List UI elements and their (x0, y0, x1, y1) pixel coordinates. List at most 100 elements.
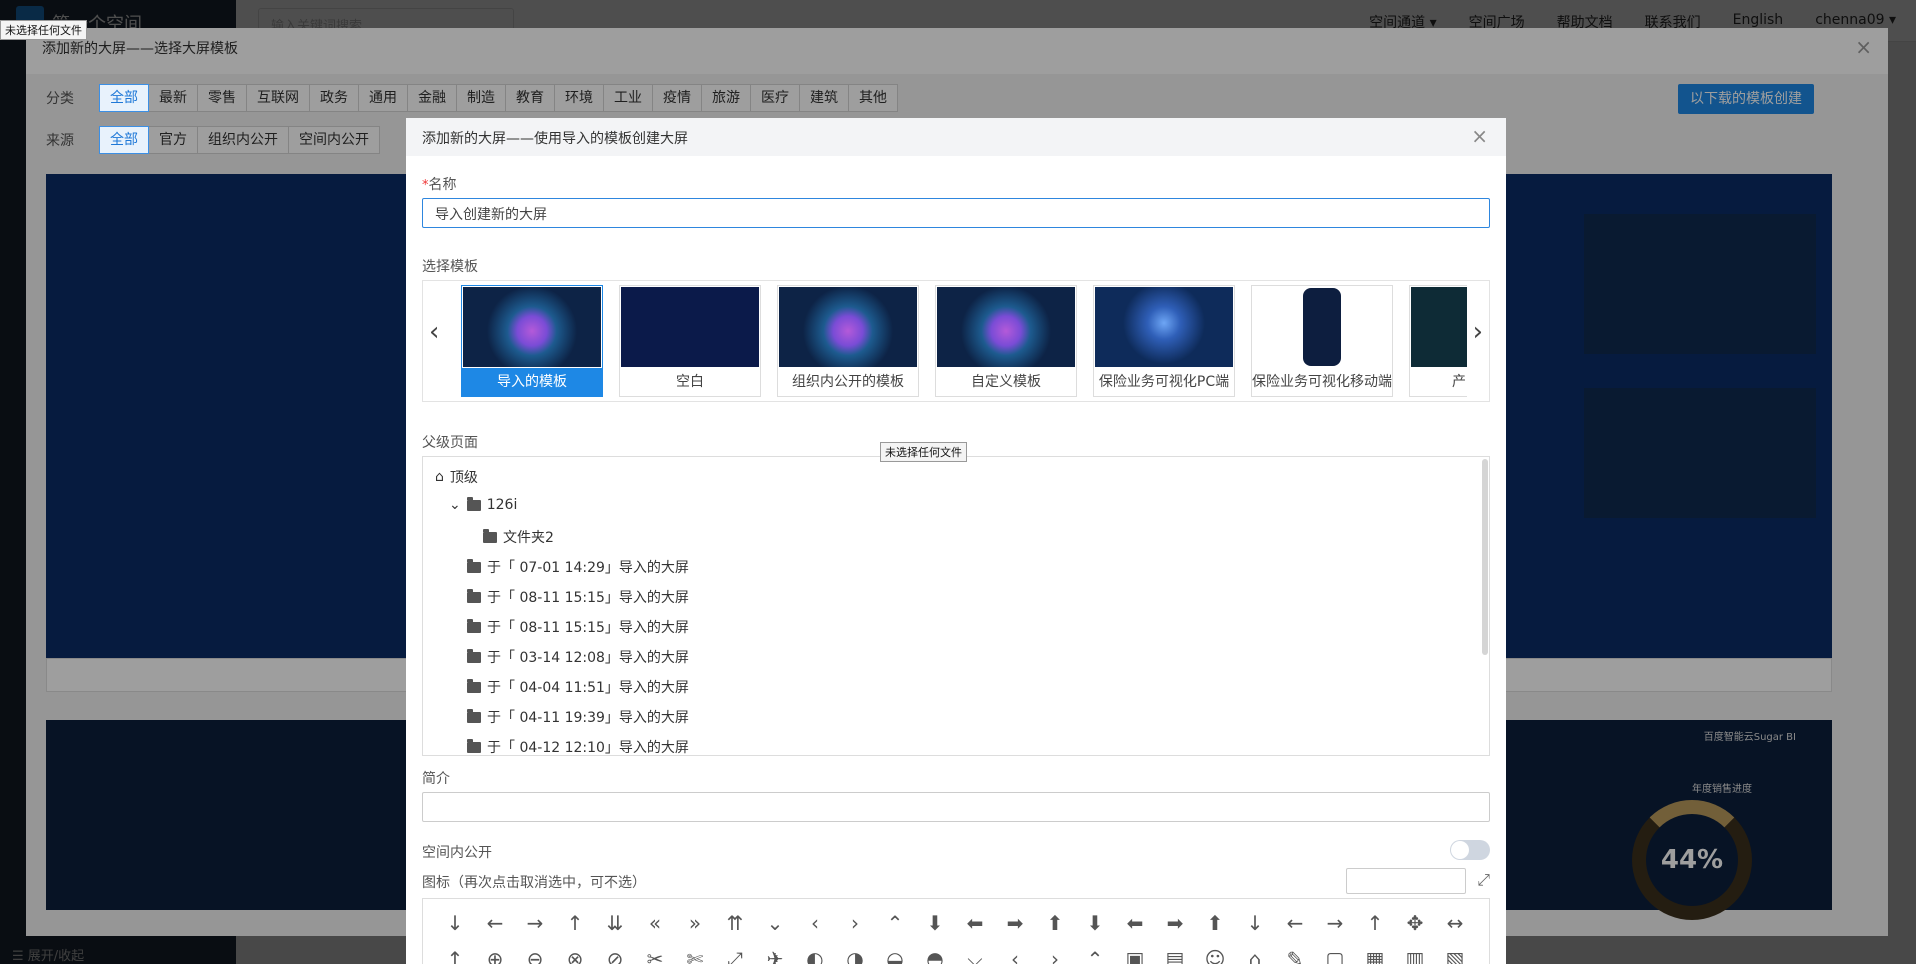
icon-option[interactable]: ← (1275, 911, 1315, 935)
parent-label: 父级页面 (422, 435, 478, 451)
icon-option[interactable]: ⇈ (715, 911, 755, 935)
template-custom[interactable]: 自定义模板 (935, 285, 1077, 397)
icon-option[interactable]: ▣ (1115, 947, 1155, 964)
name-label: 名称 (428, 177, 457, 193)
tree-item-label: 于「 08-11 15:15」导入的大屏 (487, 620, 689, 636)
icon-option[interactable]: ◓ (915, 947, 955, 964)
icon-option[interactable]: ⇊ (595, 911, 635, 935)
icon-option[interactable]: ▢ (1315, 947, 1355, 964)
tree-item[interactable]: 于「 07-01 14:29」导入的大屏 (467, 557, 689, 577)
icon-option[interactable]: ◒ (875, 947, 915, 964)
icon-option[interactable]: › (1035, 947, 1075, 964)
icon-option[interactable]: ➡ (1155, 911, 1195, 935)
name-label-row: *名称 (422, 174, 1490, 194)
inner-dialog-title: 添加新的大屏——使用导入的模板创建大屏 (422, 131, 688, 147)
tree-root[interactable]: ⌂ 顶级 (435, 467, 478, 487)
icon-row-2: ↥ ⊕ ⊖ ⊗ ⊘ ✂ ✄ ⤢ ✈ ◐ ◑ ◒ ◓ ⌵ ‹ › ⌃ ▣ ▤ ☺ ⌂ ✎ ▢ ▦ ▥ ▧ (435, 947, 1475, 964)
icon-option[interactable]: ⊘ (595, 947, 635, 964)
description-input[interactable] (422, 792, 1490, 822)
icon-option[interactable]: ✈ (755, 947, 795, 964)
close-icon[interactable]: × (1471, 124, 1488, 148)
icon-option[interactable]: ⬇ (915, 911, 955, 935)
template-blank[interactable]: 空白 (619, 285, 761, 397)
icon-option[interactable]: ▤ (1155, 947, 1195, 964)
template-insurance-pc[interactable]: 保险业务可视化PC端 (1093, 285, 1235, 397)
template-insurance-mobile[interactable]: 保险业务可视化移动端 (1251, 285, 1393, 397)
icon-option[interactable]: ⌃ (875, 911, 915, 935)
icon-option[interactable]: » (675, 911, 715, 935)
icon-option[interactable]: ← (475, 911, 515, 935)
name-input[interactable]: 导入创建新的大屏 (422, 198, 1490, 228)
icon-option[interactable]: ⬇ (1075, 911, 1115, 935)
icon-option[interactable]: ➡ (995, 911, 1035, 935)
icon-option[interactable]: ⌃ (1075, 947, 1115, 964)
icon-option[interactable]: ⊕ (475, 947, 515, 964)
icon-option[interactable]: ↔ (1435, 911, 1475, 935)
icon-option[interactable]: → (1315, 911, 1355, 935)
tree-item[interactable]: 于「 03-14 12:08」导入的大屏 (467, 647, 689, 667)
icon-option[interactable]: ↥ (435, 947, 475, 964)
icon-row-1: ↓ ← → ↑ ⇊ «» ⇈ ⌄ ‹ › ⌃ ⬇ ⬅ ➡ ⬆ ⬇ ⬅ ➡ ⬆ ↓ ← → ↑ ✥ ↔ (435, 911, 1475, 935)
template-label: 保险业务可视化PC端 (1098, 374, 1230, 390)
tree-item[interactable]: 于「 08-11 15:15」导入的大屏 (467, 587, 689, 607)
icon-option[interactable]: ⌵ (955, 947, 995, 964)
source-all[interactable]: 全部 (99, 126, 149, 154)
template-imported[interactable]: 导入的模板 (461, 285, 603, 397)
desc-label: 简介 (422, 771, 450, 787)
icon-option[interactable]: ▧ (1435, 947, 1475, 964)
template-label: 导入的模板 (462, 368, 602, 396)
icon-option[interactable]: ⌄ (755, 911, 795, 935)
tree-item-label: 于「 04-04 11:51」导入的大屏 (487, 680, 689, 696)
icon-option[interactable]: ✄ (675, 947, 715, 964)
icon-option[interactable]: ☺ (1195, 947, 1235, 964)
icon-option[interactable]: ↓ (1235, 911, 1275, 935)
tree-item[interactable]: 于「 04-04 11:51」导入的大屏 (467, 677, 689, 697)
icon-option[interactable]: → (515, 911, 555, 935)
space-public-row: 空间内公开 (422, 842, 1490, 862)
folder-icon (467, 588, 481, 603)
icon-option[interactable]: ⊗ (555, 947, 595, 964)
icon-option[interactable]: ⬅ (955, 911, 995, 935)
expand-icon[interactable]: ⤢ (1477, 870, 1490, 890)
icon-option[interactable]: ⊖ (515, 947, 555, 964)
icon-option[interactable]: ✎ (1275, 947, 1315, 964)
icon-option[interactable]: › (835, 911, 875, 935)
icon-option[interactable]: ⬅ (1115, 911, 1155, 935)
tree-subfolder-label: 文件夹2 (503, 530, 554, 546)
icon-option[interactable]: ◐ (795, 947, 835, 964)
icon-option[interactable]: ‹ (995, 947, 1035, 964)
icon-option[interactable]: ⤢ (715, 947, 755, 964)
template-product-project[interactable]: 产品项目 (1409, 285, 1467, 397)
chevron-down-icon[interactable]: ⌄ (449, 497, 461, 513)
icon-option[interactable]: ▦ (1355, 947, 1395, 964)
template-label: 自定义模板 (971, 374, 1041, 390)
tree-item[interactable]: 于「 08-11 15:15」导入的大屏 (467, 617, 689, 637)
tree-folder[interactable]: ⌄ 126i (449, 496, 517, 513)
icon-option[interactable]: ‹ (795, 911, 835, 935)
tree-item[interactable]: 于「 04-11 19:39」导入的大屏 (467, 707, 689, 727)
file-tooltip: 未选择任何文件 (0, 20, 87, 40)
icon-option[interactable]: ↓ (435, 911, 475, 935)
icon-picker: ↓ ← → ↑ ⇊ «» ⇈ ⌄ ‹ › ⌃ ⬇ ⬅ ➡ ⬆ ⬇ ⬅ ➡ ⬆ ↓ ← → ↑ ✥ ↔ ↥ ⊕ ⊖ ⊗ ⊘ ✂ ✄ ⤢ ✈ ◐ ◑ ◒ ◓… (422, 898, 1490, 964)
icon-option[interactable]: ✂ (635, 947, 675, 964)
icon-option[interactable]: ✥ (1395, 911, 1435, 935)
tree-scrollbar[interactable] (1482, 459, 1488, 655)
space-public-toggle[interactable] (1450, 840, 1490, 860)
icon-search-input[interactable] (1346, 868, 1466, 894)
category-all[interactable]: 全部 (99, 84, 149, 112)
template-org-public[interactable]: 组织内公开的模板 (777, 285, 919, 397)
folder-icon (483, 528, 497, 543)
tree-item[interactable]: 于「 04-12 12:10」导入的大屏 (467, 737, 689, 755)
icon-option[interactable]: ⬆ (1195, 911, 1235, 935)
carousel-next-icon[interactable]: › (1473, 317, 1483, 347)
icon-option[interactable]: « (635, 911, 675, 935)
icon-option[interactable]: ⌂ (1235, 947, 1275, 964)
icon-option[interactable]: ↑ (555, 911, 595, 935)
icon-option[interactable]: ▥ (1395, 947, 1435, 964)
folder-icon (467, 618, 481, 633)
tree-subfolder[interactable]: 文件夹2 (483, 527, 554, 547)
carousel-prev-icon[interactable]: ‹ (429, 317, 439, 347)
icon-option[interactable]: ⬆ (1035, 911, 1075, 935)
icon-option[interactable]: ◑ (835, 947, 875, 964)
icon-option[interactable]: ↑ (1355, 911, 1395, 935)
